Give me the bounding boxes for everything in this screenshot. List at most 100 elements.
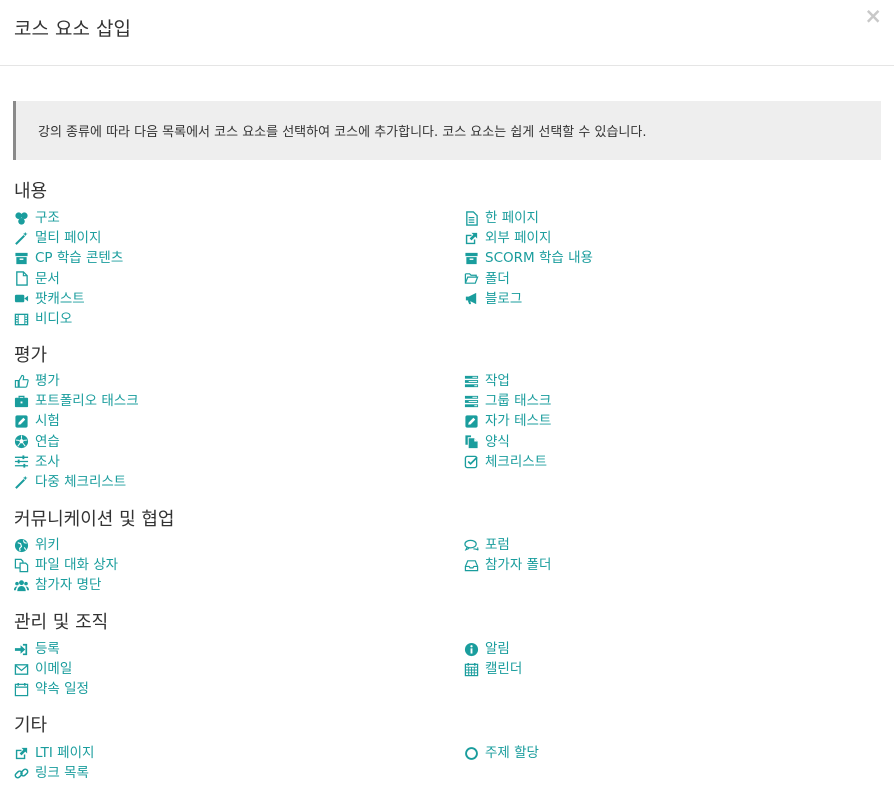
magic-wand-icon [14, 231, 29, 246]
course-element-label: 체크리스트 [485, 453, 548, 470]
course-element-copy-link[interactable]: 양식 [464, 432, 874, 452]
course-element-label: 한 페이지 [485, 210, 539, 227]
course-element-folder-open-link[interactable]: 폴더 [464, 269, 874, 289]
edit-icon [464, 414, 479, 429]
course-element-thumbs-up-link[interactable]: 평가 [14, 371, 464, 391]
section-grid-content: 구조 한 페이지멀티 페이지 외부 페이지 CP 학습 콘텐츠 SCORM 학습 내용문… [14, 208, 874, 329]
calendar-icon [464, 662, 479, 677]
edit-icon [14, 414, 29, 429]
course-element-sliders-link[interactable]: 조사 [14, 452, 464, 472]
course-element-label: 문서 [35, 270, 60, 287]
course-element-sign-in-link[interactable]: 등록 [14, 639, 464, 659]
course-element-label: 자가 테스트 [485, 413, 552, 430]
course-element-bullhorn-link[interactable]: 블로그 [464, 289, 874, 309]
course-element-label: 파일 대화 상자 [35, 557, 119, 574]
course-element-file-link[interactable]: 문서 [14, 269, 464, 289]
section-title-administration: 관리 및 조직 [14, 612, 109, 633]
course-element-film-link[interactable]: 비디오 [14, 309, 464, 329]
section-title-communication: 커뮤니케이션 및 협업 [14, 509, 175, 530]
course-element-magic-wand-link[interactable]: 멀티 페이지 [14, 228, 464, 248]
course-element-label: 조사 [35, 453, 60, 470]
course-element-external-link-link[interactable]: 외부 페이지 [464, 228, 874, 248]
folder-open-icon [464, 271, 479, 286]
course-element-check-square-link[interactable]: 체크리스트 [464, 452, 874, 472]
external-link-icon [464, 231, 479, 246]
course-element-label: 약속 일정 [35, 681, 89, 698]
course-element-info-circle-link[interactable]: 알림 [464, 639, 874, 659]
modal-header: 코스 요소 삽입 × [0, 0, 894, 66]
course-element-label: LTI 페이지 [35, 745, 95, 762]
section-grid-other: LTI 페이지 주제 할당링크 목록 [14, 743, 874, 783]
course-element-label: 포트폴리오 태스크 [35, 393, 139, 410]
info-box: 강의 종류에 따라 다음 목록에서 코스 요소를 선택하여 코스에 추가합니다.… [13, 101, 881, 160]
course-element-briefcase-link[interactable]: 포트폴리오 태스크 [14, 391, 464, 411]
course-element-label: 링크 목록 [35, 765, 89, 782]
check-square-icon [464, 454, 479, 469]
section-grid-assessment: 평가 작업포트폴리오 태스크 그룹 태스크시험 자가 테스트연습 양식조사 체크리스트다중… [14, 371, 874, 492]
course-element-label: 위키 [35, 537, 60, 554]
course-element-tasks-link[interactable]: 작업 [464, 371, 874, 391]
course-element-users-link[interactable]: 참가자 명단 [14, 575, 464, 595]
course-element-envelope-link[interactable]: 이메일 [14, 659, 464, 679]
course-element-label: 평가 [35, 373, 60, 390]
video-camera-icon [14, 291, 29, 306]
dialog-title: 코스 요소 삽입 [14, 18, 131, 40]
course-element-label: 구조 [35, 210, 60, 227]
course-element-video-camera-link[interactable]: 팟캐스트 [14, 289, 464, 309]
section-grid-administration: 등록 알림이메일 캘린더약속 일정 [14, 639, 874, 700]
course-element-label: 외부 페이지 [485, 230, 552, 247]
course-element-edit-link[interactable]: 자가 테스트 [464, 411, 874, 431]
course-element-label: 주제 할당 [485, 745, 539, 762]
course-element-magic-wand-link[interactable]: 다중 체크리스트 [14, 472, 464, 492]
external-link-icon [14, 746, 29, 761]
course-element-label: 그룹 태스크 [485, 393, 552, 410]
course-element-comments-link[interactable]: 포럼 [464, 535, 874, 555]
course-element-inbox-link[interactable]: 참가자 폴더 [464, 555, 874, 575]
course-element-file-text-link[interactable]: 한 페이지 [464, 208, 874, 228]
course-element-globe-link[interactable]: 위키 [14, 535, 464, 555]
section-title-content: 내용 [14, 181, 48, 202]
course-element-label: 연습 [35, 433, 60, 450]
info-text: 강의 종류에 따라 다음 목록에서 코스 요소를 선택하여 코스에 추가합니다.… [38, 125, 647, 140]
course-element-edit-link[interactable]: 시험 [14, 411, 464, 431]
close-button[interactable]: × [864, 4, 882, 28]
course-element-label: 포럼 [485, 537, 510, 554]
course-element-label: 이메일 [35, 661, 73, 678]
course-element-label: 참가자 폴더 [485, 557, 552, 574]
copy-icon [464, 434, 479, 449]
course-element-calendar-link[interactable]: 캘린더 [464, 659, 874, 679]
files-icon [14, 558, 29, 573]
inbox-icon [464, 558, 479, 573]
thumbs-up-icon [14, 374, 29, 389]
section-grid-communication: 위키 포럼파일 대화 상자 참가자 폴더참가자 명단 [14, 535, 874, 596]
tasks-icon [464, 374, 479, 389]
sign-in-icon [14, 642, 29, 657]
file-text-icon [464, 210, 479, 226]
course-element-label: 팟캐스트 [35, 290, 85, 307]
course-element-circle-link[interactable]: 주제 할당 [464, 743, 874, 763]
course-element-archive-link[interactable]: CP 학습 콘텐츠 [14, 248, 464, 268]
course-element-label: 시험 [35, 413, 60, 430]
course-element-label: 캘린더 [485, 661, 523, 678]
sliders-icon [14, 454, 29, 469]
course-element-structure-link[interactable]: 구조 [14, 208, 464, 228]
course-element-calendar-empty-link[interactable]: 약속 일정 [14, 679, 464, 699]
course-element-archive-link[interactable]: SCORM 학습 내용 [464, 248, 874, 268]
course-element-external-link-link[interactable]: LTI 페이지 [14, 743, 464, 763]
soccer-ball-icon [14, 434, 29, 449]
course-element-label: 알림 [485, 641, 510, 658]
link-icon [14, 766, 29, 781]
structure-icon [14, 211, 29, 226]
envelope-icon [14, 662, 29, 677]
archive-icon [464, 251, 479, 266]
course-element-label: 멀티 페이지 [35, 230, 102, 247]
film-icon [14, 312, 29, 327]
users-icon [14, 578, 29, 593]
course-element-label: 다중 체크리스트 [35, 474, 127, 491]
course-element-soccer-ball-link[interactable]: 연습 [14, 432, 464, 452]
file-icon [14, 271, 29, 286]
circle-icon [464, 746, 479, 761]
course-element-tasks-link[interactable]: 그룹 태스크 [464, 391, 874, 411]
course-element-files-link[interactable]: 파일 대화 상자 [14, 555, 464, 575]
course-element-link-link[interactable]: 링크 목록 [14, 763, 464, 783]
